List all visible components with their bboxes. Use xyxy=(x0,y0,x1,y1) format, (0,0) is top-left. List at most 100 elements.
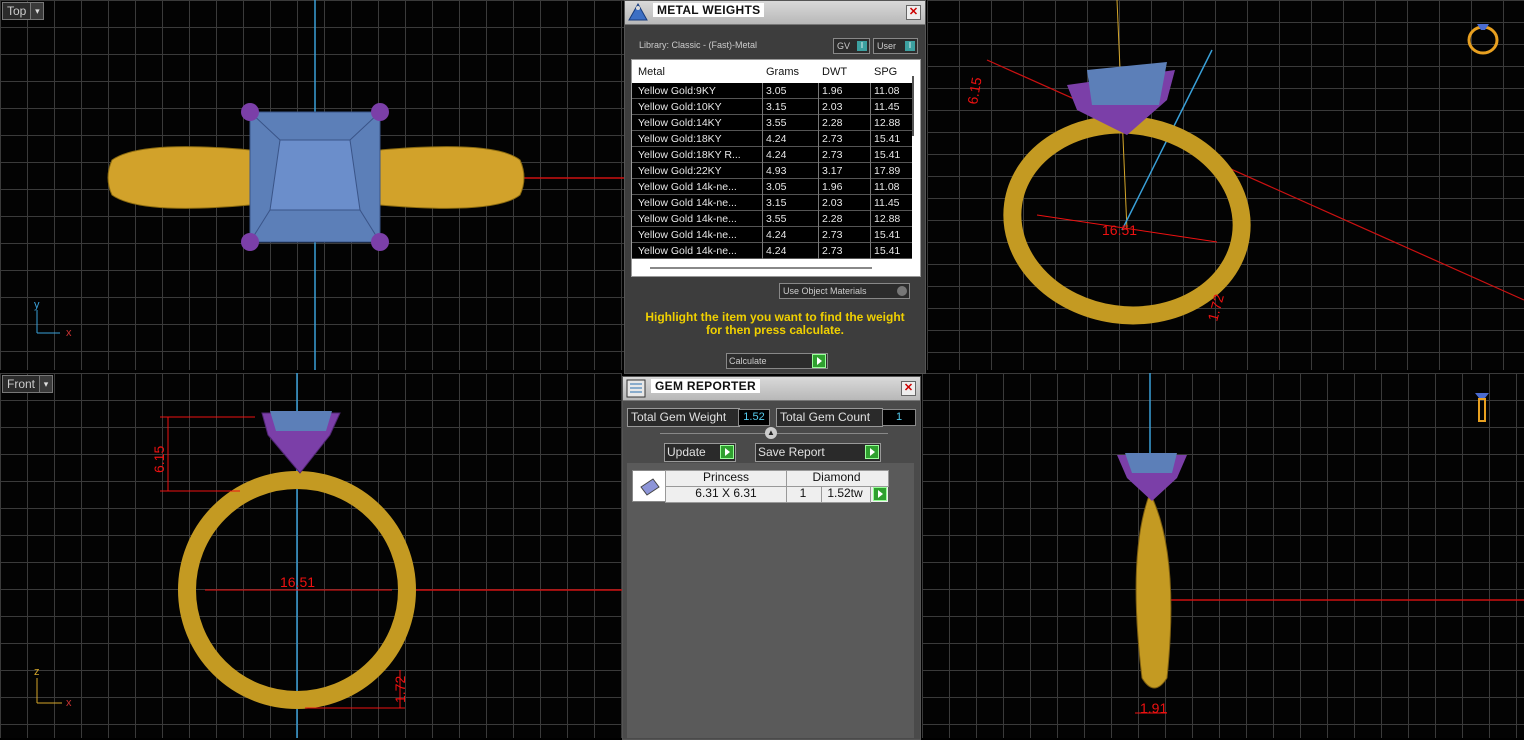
metal-dwt: 2.73 xyxy=(822,229,843,241)
metal-spg: 11.45 xyxy=(874,101,900,113)
metal-name: Yellow Gold 14k-ne... xyxy=(638,197,737,209)
metal-row[interactable]: Yellow Gold:10KY 3.15 2.03 11.45 xyxy=(632,99,912,115)
update-button[interactable]: Update xyxy=(664,443,736,462)
toggle-icon: I xyxy=(857,41,867,51)
dim-thickness: 1.91 xyxy=(1140,700,1167,716)
gem-count: 1 xyxy=(799,486,807,500)
princess-gem-icon xyxy=(640,478,660,496)
vertical-scrollbar[interactable] xyxy=(912,76,914,136)
metal-dwt: 2.73 xyxy=(822,133,843,145)
gem-row[interactable]: Princess Diamond 6.31 X 6.31 1 1.52tw xyxy=(665,470,889,503)
total-gem-weight-value: 1.52 xyxy=(738,409,770,426)
gem-row-thumbnail[interactable] xyxy=(632,470,666,502)
viewport-top-label[interactable]: Top ▾ xyxy=(2,2,45,20)
metal-row[interactable]: Yellow Gold 14k-ne... 3.55 2.28 12.88 xyxy=(632,211,912,227)
metal-table[interactable]: Metal Grams DWT SPG Yellow Gold:9KY 3.05 1… xyxy=(631,59,921,277)
radio-icon xyxy=(897,286,907,296)
viewport-perspective[interactable]: 6.15 16.51 1.72 xyxy=(927,0,1524,370)
col-spg: SPG xyxy=(874,66,898,78)
viewport-front[interactable]: 6.15 16.51 1.72 z x Front ▾ xyxy=(0,373,622,738)
metal-grams: 4.24 xyxy=(766,133,787,145)
collapse-icon[interactable]: ▲ xyxy=(765,427,777,439)
metal-name: Yellow Gold:10KY xyxy=(638,101,722,113)
metal-dwt: 2.73 xyxy=(822,245,843,257)
viewport-side[interactable]: 1.91 xyxy=(922,373,1524,738)
metal-dwt: 2.03 xyxy=(822,197,843,209)
metal-row[interactable]: Yellow Gold:9KY 3.05 1.96 11.08 xyxy=(632,83,912,99)
close-icon[interactable]: ✕ xyxy=(901,381,916,396)
metal-dwt: 2.73 xyxy=(822,149,843,161)
gem-cut: Princess xyxy=(702,470,749,484)
perspective-scene: 6.15 16.51 1.72 xyxy=(964,0,1524,325)
metal-spg: 15.41 xyxy=(874,133,901,145)
metal-name: Yellow Gold:18KY R... xyxy=(638,149,741,161)
col-metal: Metal xyxy=(638,66,665,78)
gem-reporter-header[interactable]: GEM REPORTER ✕ xyxy=(623,377,920,401)
metal-spg: 11.08 xyxy=(874,181,900,193)
chevron-down-icon[interactable]: ▾ xyxy=(31,2,45,20)
ring-shank-left xyxy=(107,146,251,209)
calculate-button[interactable]: Calculate xyxy=(726,353,828,369)
close-icon[interactable]: ✕ xyxy=(906,5,921,20)
axis-y-label: y xyxy=(34,299,40,311)
prong xyxy=(371,103,389,121)
metal-row[interactable]: Yellow Gold 14k-ne... 4.24 2.73 15.41 xyxy=(632,243,912,259)
dim-inner: 16.51 xyxy=(1102,222,1137,238)
toggle-icon: I xyxy=(905,41,915,51)
dim-inner: 16.51 xyxy=(280,574,315,590)
chevron-down-icon[interactable]: ▾ xyxy=(40,375,54,393)
top-view-scene: y x xyxy=(34,0,624,370)
play-icon xyxy=(812,354,826,368)
library-label: Library: Classic - (Fast)-Metal xyxy=(639,40,758,50)
save-report-button[interactable]: Save Report xyxy=(755,443,881,462)
metal-weights-header[interactable]: METAL WEIGHTS ✕ xyxy=(625,1,925,25)
gem-material: Diamond xyxy=(812,470,861,484)
metal-grams: 4.93 xyxy=(766,165,787,177)
gv-toggle[interactable]: GV I xyxy=(833,38,870,54)
viewport-front-label[interactable]: Front ▾ xyxy=(2,375,54,393)
play-icon xyxy=(865,445,879,459)
metal-spg: 15.41 xyxy=(874,229,901,241)
total-gem-count-value: 1 xyxy=(882,409,916,426)
metal-row[interactable]: Yellow Gold:22KY 4.93 3.17 17.89 xyxy=(632,163,912,179)
metal-spg: 11.08 xyxy=(874,85,900,97)
calculate-label: Calculate xyxy=(729,356,767,366)
use-object-materials-toggle[interactable]: Use Object Materials xyxy=(779,283,910,299)
metal-dwt: 1.96 xyxy=(822,181,843,193)
viewport-name: Front xyxy=(2,375,41,393)
side-view-scene: 1.91 xyxy=(1117,373,1524,716)
metal-dwt: 2.03 xyxy=(822,101,843,113)
prong xyxy=(241,103,259,121)
viewport-top[interactable]: y x Top ▾ xyxy=(0,0,624,370)
dim-height: 6.15 xyxy=(964,76,985,106)
dim-band: 1.72 xyxy=(392,676,408,703)
scale-icon xyxy=(628,2,648,21)
ring-side-band xyxy=(1135,491,1172,689)
metal-spg: 15.41 xyxy=(874,245,901,257)
horizontal-scrollbar[interactable] xyxy=(632,260,920,276)
metal-name: Yellow Gold 14k-ne... xyxy=(638,229,737,241)
gem-size: 6.31 X 6.31 xyxy=(695,486,757,500)
metal-dwt: 2.28 xyxy=(822,213,843,225)
play-icon[interactable] xyxy=(873,487,887,501)
metal-grams: 4.24 xyxy=(766,229,787,241)
metal-dwt: 2.28 xyxy=(822,117,843,129)
total-gem-count-label: Total Gem Count xyxy=(776,408,883,427)
metal-grams: 3.05 xyxy=(766,181,787,193)
metal-row[interactable]: Yellow Gold:18KY R... 4.24 2.73 15.41 xyxy=(632,147,912,163)
axis-x-label: x xyxy=(66,697,72,709)
gem-list xyxy=(627,463,914,738)
user-toggle[interactable]: User I xyxy=(873,38,918,54)
metal-row[interactable]: Yellow Gold 14k-ne... 3.05 1.96 11.08 xyxy=(632,179,912,195)
metal-row[interactable]: Yellow Gold:14KY 3.55 2.28 12.88 xyxy=(632,115,912,131)
metal-dwt: 1.96 xyxy=(822,85,843,97)
metal-dwt: 3.17 xyxy=(822,165,843,177)
metal-row[interactable]: Yellow Gold 14k-ne... 3.15 2.03 11.45 xyxy=(632,195,912,211)
gem-weight: 1.52tw xyxy=(827,486,863,500)
metal-row[interactable]: Yellow Gold 14k-ne... 4.24 2.73 15.41 xyxy=(632,227,912,243)
use-object-materials-label: Use Object Materials xyxy=(783,286,867,296)
metal-row[interactable]: Yellow Gold:18KY 4.24 2.73 15.41 xyxy=(632,131,912,147)
metal-name: Yellow Gold 14k-ne... xyxy=(638,213,737,225)
axis-x-label: x xyxy=(66,327,72,339)
prong xyxy=(241,233,259,251)
